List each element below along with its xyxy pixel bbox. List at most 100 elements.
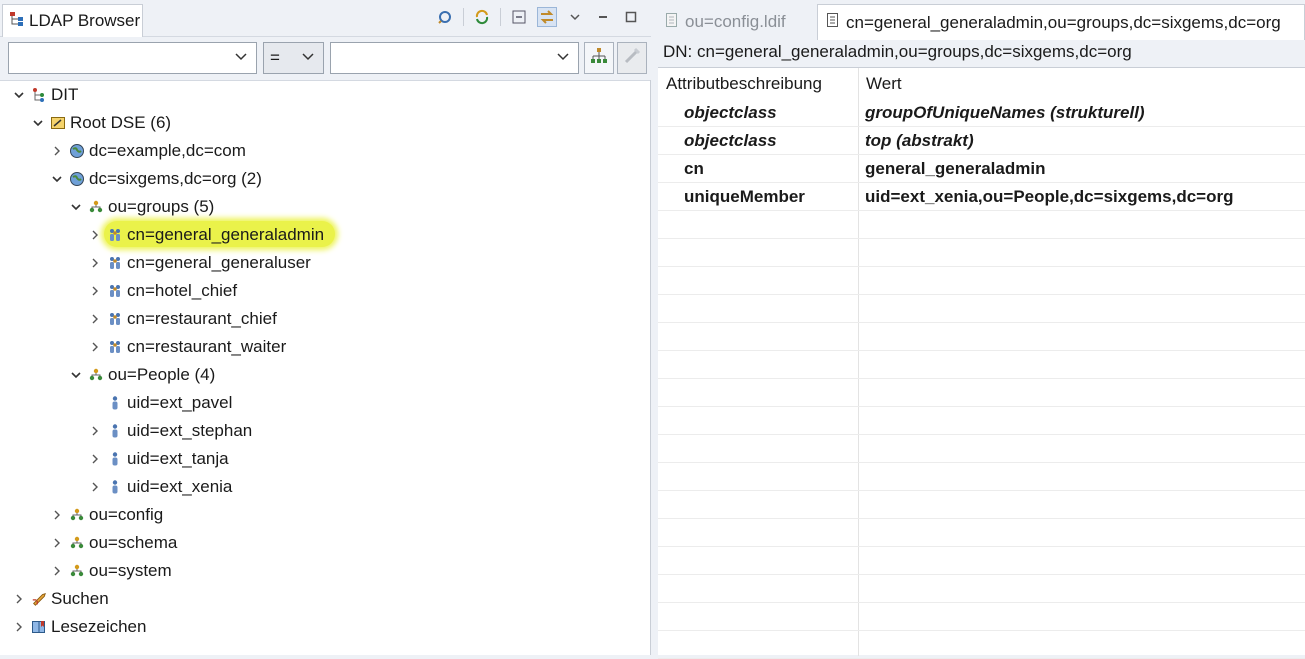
attribute-name-cell[interactable]: uniqueMember bbox=[684, 183, 805, 211]
tree-node-label: cn=hotel_chief bbox=[127, 281, 238, 300]
chevron-right-icon[interactable] bbox=[49, 535, 65, 551]
chevron-right-icon[interactable] bbox=[11, 591, 27, 607]
value-combo[interactable] bbox=[330, 42, 579, 74]
tree-node[interactable]: cn=general_generaluser bbox=[87, 249, 311, 277]
tree-node[interactable]: dc=example,dc=com bbox=[49, 137, 246, 165]
ou-icon bbox=[88, 199, 104, 215]
tab-config-ldif[interactable]: ou=config.ldif bbox=[657, 4, 813, 40]
search-rocket-icon bbox=[31, 591, 47, 607]
chevron-down-icon[interactable] bbox=[68, 199, 84, 215]
column-header-value[interactable]: Wert bbox=[866, 70, 902, 98]
link-with-editor-icon[interactable] bbox=[435, 7, 455, 27]
empty-table-row bbox=[658, 351, 1305, 379]
tree-node-label: ou=schema bbox=[89, 533, 178, 552]
dn-label: DN: cn=general_generaladmin,ou=groups,dc… bbox=[663, 42, 1132, 61]
ou-icon bbox=[88, 367, 104, 383]
attribute-combo[interactable] bbox=[8, 42, 257, 74]
ldap-browser-icon bbox=[9, 11, 25, 32]
maximize-icon[interactable] bbox=[621, 7, 641, 27]
tree-node[interactable]: dc=sixgems,dc=org (2) bbox=[49, 165, 262, 193]
chevron-right-icon[interactable] bbox=[49, 143, 65, 159]
tree-node[interactable]: uid=ext_xenia bbox=[87, 473, 232, 501]
ldap-browser-view: LDAP Browser = DIT Root DSE (6) dc=examp… bbox=[0, 0, 651, 655]
chevron-down-icon[interactable] bbox=[49, 171, 65, 187]
column-header-attribute[interactable]: Attributbeschreibung bbox=[666, 70, 822, 98]
empty-table-row bbox=[658, 519, 1305, 547]
tree-node[interactable]: cn=restaurant_waiter bbox=[87, 333, 286, 361]
tree-node[interactable]: ou=config bbox=[49, 501, 163, 529]
tree-node[interactable]: ou=system bbox=[49, 557, 172, 585]
chevron-right-icon[interactable] bbox=[87, 339, 103, 355]
chevron-right-icon[interactable] bbox=[49, 563, 65, 579]
operator-combo[interactable]: = bbox=[263, 42, 324, 74]
table-row[interactable]: objectclass groupOfUniqueNames (strukture… bbox=[658, 99, 1305, 127]
tree-node-label: DIT bbox=[51, 85, 79, 104]
table-row[interactable]: objectclass top (abstrakt) bbox=[658, 127, 1305, 155]
hierarchy-icon bbox=[590, 47, 608, 70]
tree-node-label: ou=config bbox=[89, 505, 164, 524]
chevron-down-icon[interactable] bbox=[11, 87, 27, 103]
person-icon bbox=[107, 479, 123, 495]
attribute-value-cell[interactable]: general_generaladmin bbox=[865, 155, 1045, 183]
attribute-value-cell[interactable]: uid=ext_xenia,ou=People,dc=sixgems,dc=or… bbox=[865, 183, 1233, 211]
tree-node[interactable]: ou=People (4) bbox=[68, 361, 215, 389]
tree-node[interactable]: ou=groups (5) bbox=[68, 193, 214, 221]
tree-node[interactable]: uid=ext_pavel bbox=[87, 389, 232, 417]
attribute-name-cell[interactable]: objectclass bbox=[684, 99, 777, 127]
tree-node[interactable]: uid=ext_stephan bbox=[87, 417, 252, 445]
tree-node[interactable]: Root DSE (6) bbox=[30, 109, 171, 137]
attribute-table: Attributbeschreibung Wert objectclass gro… bbox=[658, 67, 1305, 659]
attribute-value-cell[interactable]: top (abstrakt) bbox=[865, 127, 974, 155]
chevron-right-icon[interactable] bbox=[87, 255, 103, 271]
clear-filter-button[interactable] bbox=[617, 42, 647, 74]
attribute-name-cell[interactable]: cn bbox=[684, 155, 704, 183]
tree-node-label: uid=ext_xenia bbox=[127, 477, 233, 496]
view-menu-icon[interactable] bbox=[565, 7, 585, 27]
tab-entry-editor[interactable]: cn=general_generaladmin,ou=groups,dc=six… bbox=[817, 4, 1305, 40]
tree-node[interactable]: Lesezeichen bbox=[11, 613, 146, 641]
empty-table-row bbox=[658, 323, 1305, 351]
tree-node[interactable]: cn=general_generaladmin bbox=[87, 221, 324, 249]
minimize-icon[interactable] bbox=[593, 7, 613, 27]
dit-icon bbox=[31, 87, 47, 103]
chevron-down-icon bbox=[234, 49, 248, 66]
tree-node[interactable]: ou=schema bbox=[49, 529, 177, 557]
tree-node-label: dc=sixgems,dc=org (2) bbox=[89, 169, 262, 188]
chevron-down-icon[interactable] bbox=[68, 367, 84, 383]
table-row[interactable]: uniqueMember uid=ext_xenia,ou=People,dc=s… bbox=[658, 183, 1305, 211]
tree-node-label: cn=restaurant_waiter bbox=[127, 337, 287, 356]
chevron-down-icon bbox=[301, 49, 315, 66]
chevron-right-icon[interactable] bbox=[87, 283, 103, 299]
toolbar-separator bbox=[500, 8, 501, 26]
globe-icon bbox=[69, 143, 85, 159]
tree-node-label: uid=ext_tanja bbox=[127, 449, 229, 468]
tree-node[interactable]: DIT bbox=[11, 81, 78, 109]
empty-table-row bbox=[658, 575, 1305, 603]
collapse-all-icon[interactable] bbox=[509, 7, 529, 27]
table-row[interactable]: cn general_generaladmin bbox=[658, 155, 1305, 183]
link-icon[interactable] bbox=[537, 7, 557, 27]
tree-node[interactable]: cn=restaurant_chief bbox=[87, 305, 277, 333]
chevron-right-icon[interactable] bbox=[49, 507, 65, 523]
search-subtree-button[interactable] bbox=[584, 42, 614, 74]
chevron-right-icon[interactable] bbox=[87, 479, 103, 495]
ldap-browser-tab[interactable]: LDAP Browser bbox=[2, 4, 143, 37]
chevron-down-icon[interactable] bbox=[30, 115, 46, 131]
tree-node[interactable]: Suchen bbox=[11, 585, 109, 613]
tree-node-label: cn=general_generaluser bbox=[127, 253, 311, 272]
tree-node[interactable]: cn=hotel_chief bbox=[87, 277, 237, 305]
tree-node[interactable]: uid=ext_tanja bbox=[87, 445, 229, 473]
chevron-right-icon[interactable] bbox=[87, 311, 103, 327]
chevron-right-icon[interactable] bbox=[87, 423, 103, 439]
empty-table-row bbox=[658, 463, 1305, 491]
chevron-right-icon[interactable] bbox=[11, 619, 27, 635]
ou-icon bbox=[69, 563, 85, 579]
refresh-icon[interactable] bbox=[472, 7, 492, 27]
chevron-right-icon[interactable] bbox=[87, 451, 103, 467]
chevron-right-icon[interactable] bbox=[87, 227, 103, 243]
attribute-name-cell[interactable]: objectclass bbox=[684, 127, 777, 155]
tree-node-label: Suchen bbox=[51, 589, 109, 608]
attribute-value-cell[interactable]: groupOfUniqueNames (strukturell) bbox=[865, 99, 1145, 127]
view-tab-bar: LDAP Browser bbox=[0, 0, 651, 37]
empty-table-row bbox=[658, 491, 1305, 519]
